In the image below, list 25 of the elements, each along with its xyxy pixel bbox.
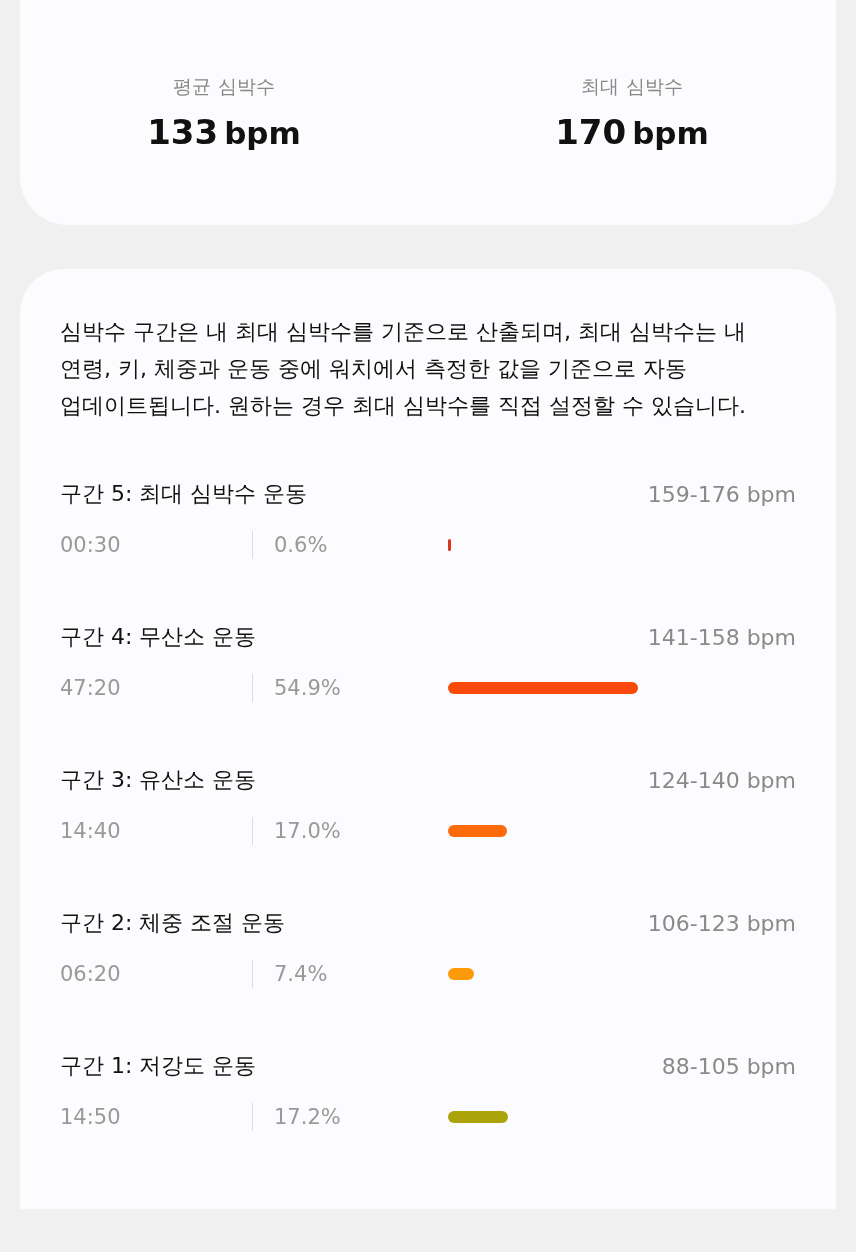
zone-name: 구간 4: 무산소 운동 xyxy=(60,623,257,651)
zone-percent: 0.6% xyxy=(273,533,329,557)
zone-name: 구간 2: 체중 조절 운동 xyxy=(60,909,286,937)
zone-name: 구간 3: 유산소 운동 xyxy=(60,766,257,794)
zone-range: 141-158 bpm xyxy=(647,624,796,650)
stat-value: 170 bpm xyxy=(555,112,709,152)
zone-range: 159-176 bpm xyxy=(647,481,796,507)
zone-time: 00:30 xyxy=(60,533,122,557)
zone-time: 47:20 xyxy=(60,676,122,700)
zone-range: 106-123 bpm xyxy=(647,910,796,936)
zone-time: 14:40 xyxy=(60,819,122,843)
zone-percent: 7.4% xyxy=(273,962,329,986)
zone-range: 124-140 bpm xyxy=(647,767,796,793)
description-text: 심박수 구간은 내 최대 심박수를 기준으로 산출되며, 최대 심박수는 내 연령, 키, 체중과 운동 중에 워치에서 측정한 값을 기준으로 자동 업데이트됩니다. 원하는 경우 최대 심박수를 직접 설정할 수 있습니다. xyxy=(60,318,747,420)
zone-range: 88-105 bpm xyxy=(661,1053,796,1079)
zone-time: 06:20 xyxy=(60,962,122,986)
zone-percent: 54.9% xyxy=(273,676,342,700)
zone-name: 구간 1: 저강도 운동 xyxy=(60,1052,257,1080)
zone-percent: 17.0% xyxy=(273,819,342,843)
stat-label: 최대 심박수 xyxy=(581,74,683,99)
zone-percent: 17.2% xyxy=(273,1105,342,1129)
stat-value: 133 bpm xyxy=(147,112,301,152)
zone-time: 14:50 xyxy=(60,1105,122,1129)
stat-label: 평균 심박수 xyxy=(173,74,275,99)
zone-name: 구간 5: 최대 심박수 운동 xyxy=(60,480,308,508)
